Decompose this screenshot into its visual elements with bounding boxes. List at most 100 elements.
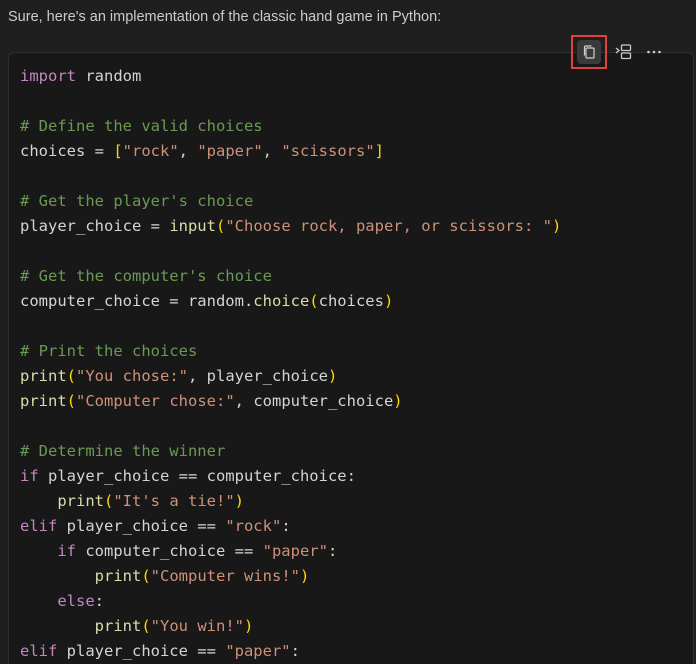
more-icon [645,43,663,61]
code-token: ( [141,567,151,585]
code-line: else: [20,589,561,614]
code-token: "rock" [225,517,282,535]
code-token: "You win!" [150,617,244,635]
code-line: elif player_choice == "paper": [20,639,561,664]
code-token: "Computer chose:" [76,392,235,410]
code-token: ) [234,492,245,510]
code-token: # Print the choices [20,342,198,360]
code-line: choices = ["rock", "paper", "scissors"] [20,139,561,164]
insert-into-editor-icon [614,42,634,62]
code-token: input [169,217,216,235]
code-line: # Get the player's choice [20,189,561,214]
code-token: ( [66,367,77,385]
code-token: ) [383,292,394,310]
code-token: # Get the computer's choice [20,267,272,285]
code-token: player_choice == [57,517,226,535]
code-line: computer_choice = random.choice(choices) [20,289,561,314]
code-token: "Computer wins!" [150,567,300,585]
code-token: choices = [20,142,114,160]
code-token: : [281,517,291,535]
code-line: import random [20,64,561,89]
highlight-box [571,35,607,69]
code-token: ( [309,292,319,310]
code-token: "paper" [197,142,263,160]
code-token: print [20,367,67,385]
code-token: , [178,142,198,160]
code-token: "paper" [262,542,328,560]
more-actions-button[interactable] [639,37,669,67]
code-token: ( [104,492,114,510]
code-token: print [94,567,142,585]
code-token: # Get the player's choice [20,192,254,210]
code-line: # Determine the winner [20,439,561,464]
code-token: ) [393,392,403,410]
code-token: ) [327,367,338,385]
code-token: "paper" [225,642,291,660]
code-token: : [290,642,300,660]
code-token: "You chose:" [76,367,188,385]
code-token: # Define the valid choices [20,117,263,135]
code-line: player_choice = input("Choose rock, pape… [20,214,561,239]
code-token: elif [20,642,58,660]
code-token: choice [253,292,310,310]
code-line: print("Computer wins!") [20,564,561,589]
code-token: ) [244,617,254,635]
code-token: ) [551,217,562,235]
code-token: import [20,67,76,85]
code-token: "Choose rock, paper, or scissors: " [225,217,552,235]
code-token: , player_choice [188,367,328,385]
code-line: print("You chose:", player_choice) [20,364,561,389]
code-token: player_choice == [57,642,226,660]
code-content: import random # Define the valid choices… [20,64,561,664]
code-token: , [262,142,282,160]
code-token: if [57,542,76,560]
code-token: ( [215,217,226,235]
intro-text: Sure, here's an implementation of the cl… [8,9,442,25]
code-token: "scissors" [281,142,375,160]
code-token: if [20,467,39,485]
code-line: # Define the valid choices [20,114,561,139]
code-token: computer_choice = random. [20,292,254,310]
code-token: computer_choice == [76,542,263,560]
code-token: ( [141,617,151,635]
code-token: player_choice = [20,217,170,235]
code-token: print [20,392,67,410]
code-line: if player_choice == computer_choice: [20,464,561,489]
code-line: print("You win!") [20,614,561,639]
code-line: elif player_choice == "rock": [20,514,561,539]
code-block-toolbar [571,35,669,69]
code-token: elif [20,517,58,535]
insert-into-editor-button[interactable] [609,37,639,67]
code-token: ( [66,392,77,410]
code-token: print [94,617,142,635]
code-token: player_choice == computer_choice: [38,467,356,485]
code-token: else [57,592,95,610]
copy-button[interactable] [571,35,607,69]
code-token: # Determine the winner [20,442,226,460]
code-line: if computer_choice == "paper": [20,539,561,564]
code-line: print("Computer chose:", computer_choice… [20,389,561,414]
code-line: # Get the computer's choice [20,264,561,289]
code-block: import random # Define the valid choices… [8,52,694,664]
code-token: : [94,592,104,610]
code-token: choices [318,292,384,310]
code-token: random [76,67,142,85]
code-line: print("It's a tie!") [20,489,561,514]
code-token: "It's a tie!" [113,492,235,510]
code-token: print [57,492,104,510]
code-token: ) [299,567,310,585]
code-token: , computer_choice [234,392,394,410]
code-token: : [327,542,338,560]
code-token: ] [374,142,385,160]
code-line: # Print the choices [20,339,561,364]
